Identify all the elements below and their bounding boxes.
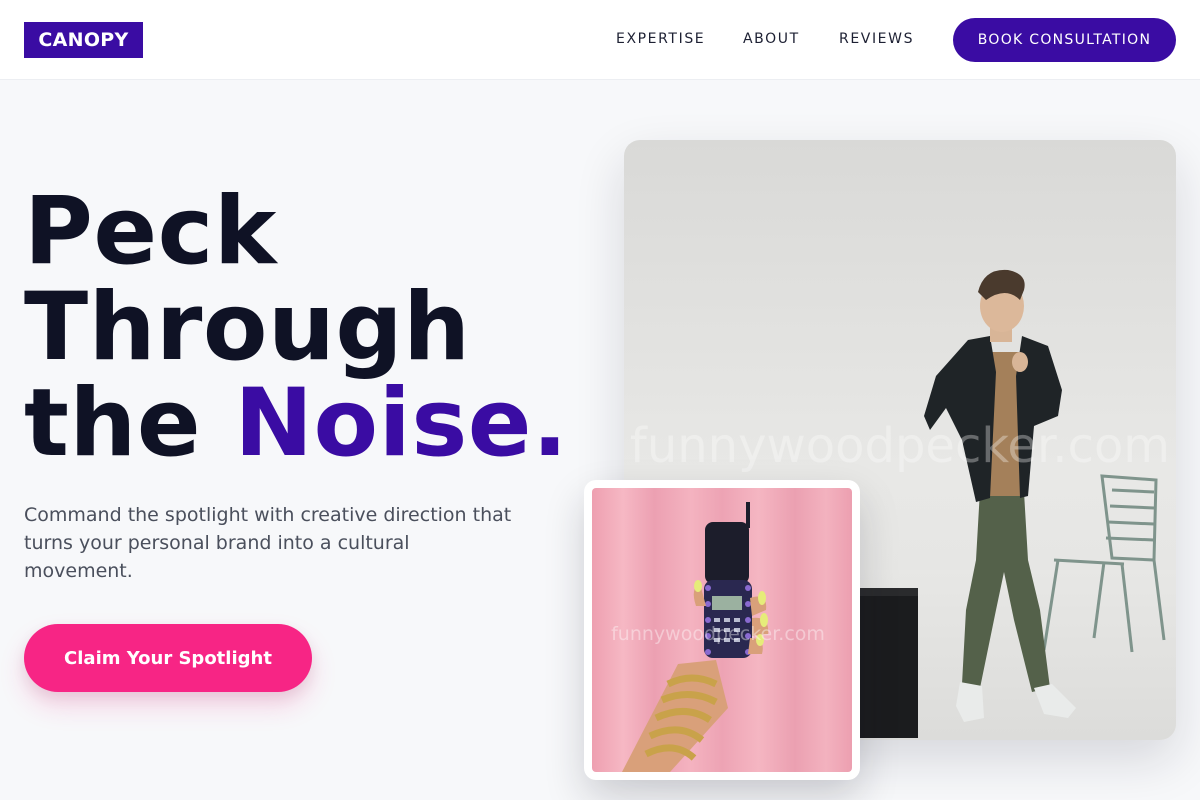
watermark-main: funnywoodpecker.com — [630, 418, 1170, 474]
logo[interactable]: CANOPY — [24, 22, 143, 58]
headline-line-1: Peck — [24, 177, 277, 286]
inset-photo-phone: funnywoodpecker.com — [592, 488, 852, 772]
headline-line-3: the — [24, 369, 235, 478]
nav-link-expertise[interactable]: EXPERTISE — [616, 31, 705, 49]
hero-headline: Peck Through the Noise. — [24, 184, 604, 472]
inset-photo-card: funnywoodpecker.com — [584, 480, 860, 780]
nav-link-reviews[interactable]: REVIEWS — [839, 31, 914, 49]
headline-line-2: Through — [24, 273, 471, 382]
book-consultation-button[interactable]: BOOK CONSULTATION — [953, 18, 1176, 62]
nav-link-about[interactable]: ABOUT — [743, 31, 800, 49]
site-header: CANOPY EXPERTISE ABOUT REVIEWS BOOK CONS… — [0, 0, 1200, 80]
hero-subtext: Command the spotlight with creative dire… — [24, 504, 512, 582]
watermark-small: funnywoodpecker.com — [611, 623, 825, 645]
headline-accent: Noise. — [234, 369, 569, 478]
claim-spotlight-button[interactable]: Claim Your Spotlight — [24, 624, 312, 692]
